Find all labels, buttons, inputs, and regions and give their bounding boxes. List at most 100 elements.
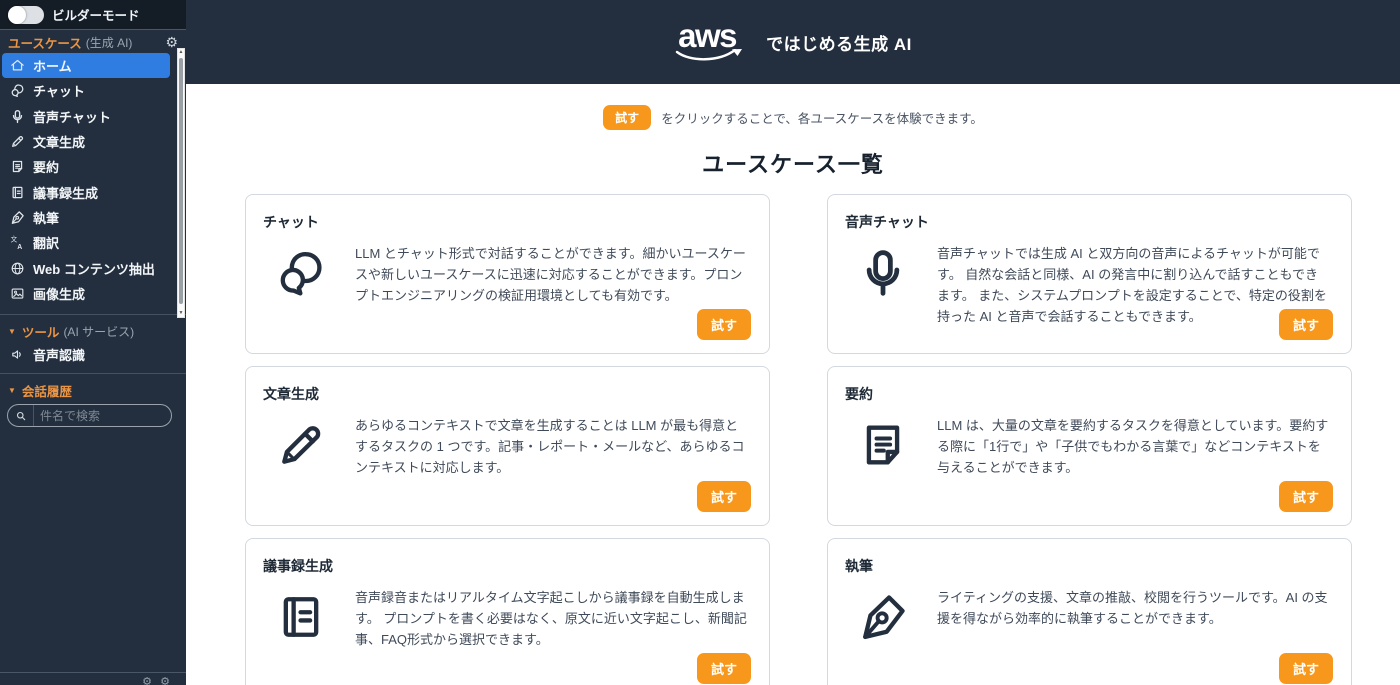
tools-section-header[interactable]: ▼ ツール (AI サービス) bbox=[0, 317, 186, 340]
try-button[interactable]: 試す bbox=[1278, 309, 1333, 340]
builder-mode-label: ビルダーモード bbox=[52, 9, 140, 23]
card-title: 音声チャット bbox=[845, 214, 929, 230]
aws-smile-icon bbox=[675, 49, 743, 61]
history-section-title: 会話履歴 bbox=[21, 384, 72, 399]
divider bbox=[0, 314, 186, 315]
intro-row: 試す をクリックすることで、各ユースケースを体験できます。 bbox=[186, 84, 1400, 130]
sidebar-item-web-content[interactable]: Web コンテンツ抽出 bbox=[2, 255, 170, 280]
card-body: LLM とチャット形式で対話することができます。細かいユースケースや新しいユース… bbox=[263, 243, 749, 306]
pencil-icon bbox=[275, 419, 327, 471]
card-description: 音声録音またはリアルタイム文字起こしから議事録を自動生成します。 プロンプトを書… bbox=[355, 590, 747, 648]
notebook-icon bbox=[10, 185, 25, 200]
footer-icon[interactable]: ⚙ bbox=[160, 677, 170, 685]
microphone-icon bbox=[857, 247, 909, 299]
svg-text:A: A bbox=[17, 244, 22, 250]
history-section-header[interactable]: ▼ 会話履歴 bbox=[0, 376, 186, 399]
aws-logo: aws bbox=[674, 19, 746, 65]
svg-text:文: 文 bbox=[11, 235, 18, 244]
usecase-card-minutes: 議事録生成 音声録音またはリアルタイム文字起こしから議事録を自動生成します。 プ… bbox=[245, 538, 770, 685]
card-body: あらゆるコンテキストで文章を生成することは LLM が最も得意とするタスクの 1… bbox=[263, 415, 749, 478]
try-pill-button[interactable]: 試す bbox=[603, 105, 652, 130]
try-button[interactable]: 試す bbox=[1278, 653, 1333, 684]
divider bbox=[0, 373, 186, 374]
builder-mode-toggle[interactable] bbox=[8, 5, 44, 24]
sidebar-item-minutes[interactable]: 議事録生成 bbox=[2, 179, 170, 204]
sidebar-footer: ⚙ ⚙ bbox=[0, 672, 186, 685]
globe-icon bbox=[10, 261, 25, 276]
sidebar-scrollbar[interactable]: ▲ ▼ bbox=[177, 48, 185, 318]
header-title: ではじめる生成 AI bbox=[766, 34, 912, 54]
sidebar-item-writing[interactable]: 執筆 bbox=[2, 205, 170, 230]
chat-bubbles-icon bbox=[275, 247, 327, 299]
usecase-section-title: ユースケース bbox=[8, 36, 82, 51]
footer-icon[interactable]: ⚙ bbox=[142, 677, 152, 685]
tools-nav: 音声認識 bbox=[0, 341, 186, 367]
usecase-nav: ホーム チャット 音声チャット 文章生成 要約 議事録生成 執筆 文 A 翻訳 … bbox=[0, 52, 186, 314]
usecase-card-chat: チャット LLM とチャット形式で対話することができます。細かいユースケースや新… bbox=[245, 194, 770, 354]
search-box bbox=[7, 404, 172, 427]
builder-mode-row: ビルダーモード bbox=[0, 0, 186, 30]
home-icon bbox=[10, 58, 25, 73]
card-description: 音声チャットでは生成 AI と双方向の音声によるチャットが可能です。 自然な会話… bbox=[937, 246, 1327, 325]
tools-section-subtitle: (AI サービス) bbox=[63, 324, 135, 339]
pen-nib-icon bbox=[10, 210, 25, 225]
search-icon bbox=[8, 405, 34, 426]
usecase-card-text-generation: 文章生成 あらゆるコンテキストで文章を生成することは LLM が最も得意とするタ… bbox=[245, 366, 770, 526]
pencil-icon bbox=[10, 134, 25, 149]
microphone-icon bbox=[10, 109, 25, 124]
tools-section-title: ツール bbox=[21, 325, 60, 340]
translate-icon: 文A bbox=[10, 235, 25, 250]
try-button[interactable]: 試す bbox=[696, 653, 751, 684]
gear-icon[interactable]: ⚙ bbox=[165, 35, 178, 49]
scroll-up-arrow[interactable]: ▲ bbox=[178, 49, 184, 56]
page-title: ユースケース一覧 bbox=[702, 152, 884, 177]
try-button[interactable]: 試す bbox=[696, 309, 751, 340]
image-icon bbox=[10, 286, 25, 301]
card-description: LLM とチャット形式で対話することができます。細かいユースケースや新しいユース… bbox=[355, 246, 746, 304]
sidebar-item-speech-recognition[interactable]: 音声認識 bbox=[2, 341, 174, 367]
card-body: LLM は、大量の文章を要約するタスクを得意としています。要約する際に「1行で」… bbox=[845, 415, 1331, 478]
card-description: あらゆるコンテキストで文章を生成することは LLM が最も得意とするタスクの 1… bbox=[355, 418, 745, 476]
sidebar-item-translation[interactable]: 文A 翻訳 bbox=[2, 230, 170, 255]
aws-logo-text: aws bbox=[678, 17, 737, 54]
scroll-down-arrow[interactable]: ▼ bbox=[178, 310, 184, 317]
usecase-section-header: ユースケース (生成 AI) ⚙ bbox=[0, 32, 186, 52]
toggle-knob bbox=[8, 5, 26, 24]
card-title: チャット bbox=[263, 214, 319, 230]
try-button[interactable]: 試す bbox=[1278, 481, 1333, 512]
summary-doc-icon bbox=[857, 419, 909, 471]
intro-text: をクリックすることで、各ユースケースを体験できます。 bbox=[661, 112, 983, 126]
sidebar: ビルダーモード ユースケース (生成 AI) ⚙ ホーム チャット 音声チャット bbox=[0, 0, 186, 685]
usecase-grid: チャット LLM とチャット形式で対話することができます。細かいユースケースや新… bbox=[245, 194, 1352, 685]
card-title: 要約 bbox=[845, 386, 873, 402]
usecase-section-subtitle: (生成 AI) bbox=[85, 35, 133, 50]
sidebar-item-summary[interactable]: 要約 bbox=[2, 154, 170, 179]
history-search-row bbox=[0, 396, 186, 427]
sidebar-item-text-generation[interactable]: 文章生成 bbox=[2, 129, 170, 154]
search-input[interactable] bbox=[34, 408, 171, 423]
scrollbar-thumb[interactable] bbox=[179, 58, 183, 304]
card-title: 執筆 bbox=[845, 558, 873, 574]
card-description: LLM は、大量の文章を要約するタスクを得意としています。要約する際に「1行で」… bbox=[937, 418, 1329, 476]
sidebar-item-voice-chat[interactable]: 音声チャット bbox=[2, 104, 170, 129]
summary-doc-icon bbox=[10, 159, 25, 174]
app-root: ビルダーモード ユースケース (生成 AI) ⚙ ホーム チャット 音声チャット bbox=[0, 0, 1400, 685]
speaker-icon bbox=[10, 347, 25, 362]
usecase-card-writing: 執筆 ライティングの支援、文章の推敲、校閲を行うツールです。AI の支援を得なが… bbox=[827, 538, 1352, 685]
chevron-down-icon: ▼ bbox=[8, 385, 16, 395]
sidebar-item-home[interactable]: ホーム bbox=[2, 53, 170, 79]
chat-bubbles-icon bbox=[10, 83, 25, 98]
main-content: 試す をクリックすることで、各ユースケースを体験できます。 ユースケース一覧 チ… bbox=[186, 84, 1400, 685]
card-title: 文章生成 bbox=[263, 386, 319, 402]
card-title: 議事録生成 bbox=[263, 558, 333, 574]
card-description: ライティングの支援、文章の推敲、校閲を行うツールです。AI の支援を得ながら効率… bbox=[937, 590, 1328, 627]
card-body: 音声録音またはリアルタイム文字起こしから議事録を自動生成します。 プロンプトを書… bbox=[263, 587, 749, 650]
pen-nib-icon bbox=[857, 591, 909, 643]
try-button[interactable]: 試す bbox=[696, 481, 751, 512]
chevron-down-icon: ▼ bbox=[8, 326, 16, 336]
app-header: aws ではじめる生成 AI bbox=[186, 0, 1400, 84]
usecase-card-voice-chat: 音声チャット 音声チャットでは生成 AI と双方向の音声によるチャットが可能です… bbox=[827, 194, 1352, 354]
sidebar-item-chat[interactable]: チャット bbox=[2, 78, 170, 103]
usecase-card-summary: 要約 LLM は、大量の文章を要約するタスクを得意としています。要約する際に「1… bbox=[827, 366, 1352, 526]
sidebar-item-image-generation[interactable]: 画像生成 bbox=[2, 281, 170, 306]
